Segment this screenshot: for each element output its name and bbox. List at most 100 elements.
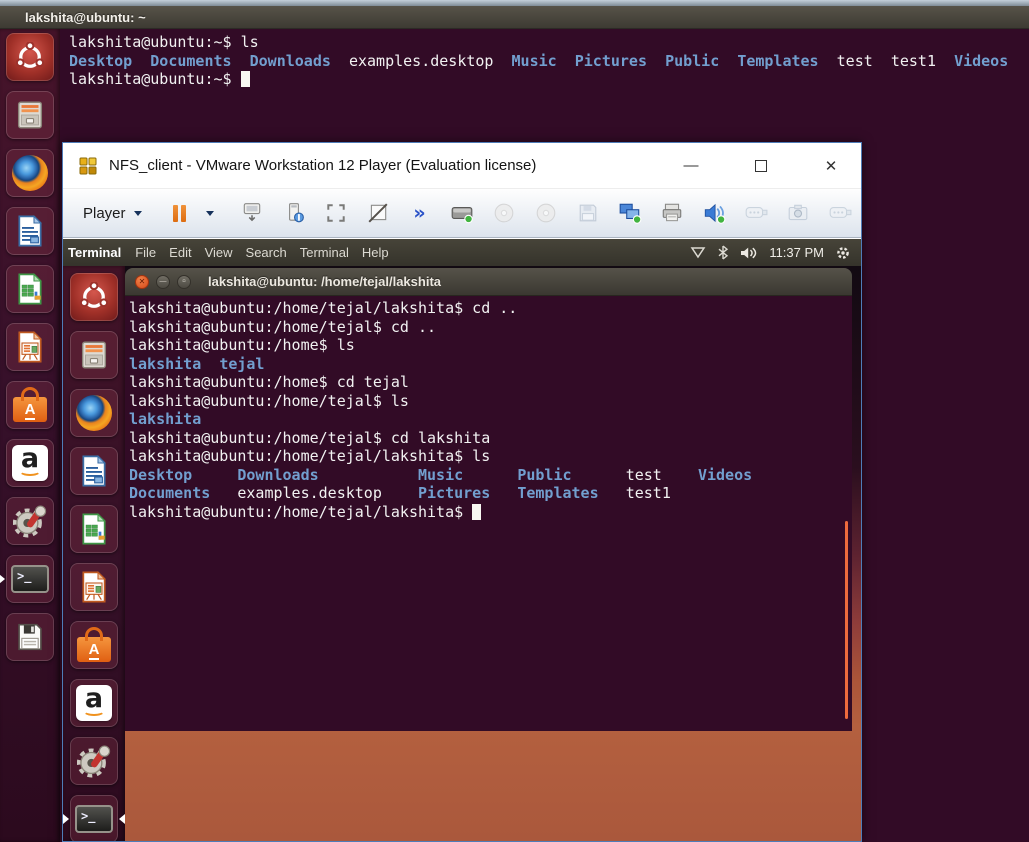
maximize-button[interactable] — [747, 160, 775, 172]
suspend-menu-caret[interactable] — [198, 199, 222, 227]
cd-device-2[interactable] — [534, 199, 558, 227]
impress-icon — [79, 571, 109, 603]
amazon-icon: a — [76, 685, 112, 721]
parallel-port-device[interactable] — [828, 199, 852, 227]
hard-disk-device[interactable] — [450, 199, 474, 227]
vm-guest-screen: Terminal FileEditViewSearchTerminalHelp … — [63, 239, 861, 841]
network-icon[interactable] — [690, 246, 706, 259]
network-adapter-device[interactable] — [618, 199, 642, 227]
desktop: lakshita@ubuntu: ~ lakshita@ubuntu:~$ ls… — [0, 0, 1029, 842]
minimize-button[interactable] — [677, 157, 705, 174]
launcher-item-libreoffice-writer[interactable] — [6, 207, 54, 255]
launcher-item-dash-home[interactable] — [70, 273, 118, 321]
vmware-titlebar[interactable]: NFS_client - VMware Workstation 12 Playe… — [63, 143, 861, 189]
session-gear-icon[interactable] — [835, 245, 851, 261]
send-ctrl-alt-del-button[interactable] — [240, 199, 264, 227]
suspend-button[interactable] — [168, 199, 192, 227]
serial-port-device[interactable] — [744, 199, 768, 227]
terminal-cursor — [241, 71, 250, 87]
terminal-line: lakshita@ubuntu:/home/tejal/lakshita$ ls — [129, 447, 852, 466]
terminal-line: Desktop Downloads Music Public test Vide… — [129, 466, 852, 485]
vmware-window-title: NFS_client - VMware Workstation 12 Playe… — [109, 157, 536, 174]
launcher-item-system-settings[interactable] — [70, 737, 118, 785]
vm-menubar: Terminal FileEditViewSearchTerminalHelp … — [63, 239, 861, 266]
vm-terminal-titlebar[interactable]: lakshita@ubuntu: /home/tejal/lakshita — [125, 268, 852, 296]
fullscreen-button[interactable] — [324, 199, 348, 227]
vm-terminal-title: lakshita@ubuntu: /home/tejal/lakshita — [208, 274, 441, 289]
vm-terminal-minimize-button[interactable] — [156, 275, 170, 289]
impress-icon — [15, 331, 45, 363]
sound-device[interactable] — [702, 199, 726, 227]
vm-app-menu-title[interactable]: Terminal — [68, 245, 121, 260]
cd-device-1[interactable] — [492, 199, 516, 227]
vm-terminal-window: lakshita@ubuntu: /home/tejal/lakshita la… — [125, 268, 852, 731]
ubuntu-logo-icon — [79, 282, 109, 312]
more-tools-button[interactable]: » — [408, 199, 432, 227]
vm-terminal-body[interactable]: lakshita@ubuntu:/home/tejal/lakshita$ cd… — [125, 296, 852, 731]
launcher-item-files[interactable] — [70, 331, 118, 379]
terminal-line: lakshita@ubuntu:/home/tejal/lakshita$ — [129, 503, 852, 522]
launcher-item-system-settings[interactable] — [6, 497, 54, 545]
terminal-icon: >_ — [11, 565, 49, 593]
vm-terminal-scrollbar[interactable] — [845, 521, 848, 719]
terminal-line: Documents examples.desktop Pictures Temp… — [129, 484, 852, 503]
vm-launcher: Aa >_ — [63, 266, 125, 841]
vmware-logo-icon — [77, 155, 99, 177]
host-terminal-titlebar[interactable]: lakshita@ubuntu: ~ — [0, 6, 1029, 29]
launcher-item-backup-disk[interactable] — [6, 613, 54, 661]
terminal-line: lakshita@ubuntu:/home$ ls — [129, 336, 852, 355]
calc-icon — [15, 273, 45, 305]
launcher-item-libreoffice-impress[interactable] — [70, 563, 118, 611]
chevron-down-icon — [134, 211, 142, 216]
launcher-item-libreoffice-impress[interactable] — [6, 323, 54, 371]
calc-icon — [79, 513, 109, 545]
printer-device[interactable] — [660, 199, 684, 227]
vm-menu-view[interactable]: View — [205, 245, 233, 260]
volume-icon[interactable] — [740, 246, 758, 260]
terminal-icon: >_ — [75, 805, 113, 833]
firefox-icon — [76, 395, 112, 431]
floppy-device[interactable] — [576, 199, 600, 227]
bluetooth-icon[interactable] — [717, 245, 729, 260]
vm-menu-terminal[interactable]: Terminal — [300, 245, 349, 260]
launcher-item-dash-home[interactable] — [6, 33, 54, 81]
snapshot-device[interactable] — [786, 199, 810, 227]
vm-menu-help[interactable]: Help — [362, 245, 389, 260]
unity-mode-button[interactable] — [366, 199, 390, 227]
terminal-line: lakshita — [129, 410, 852, 429]
launcher-item-libreoffice-calc[interactable] — [70, 505, 118, 553]
launcher-item-firefox[interactable] — [6, 149, 54, 197]
terminal-line: Desktop Documents Downloads examples.des… — [69, 52, 1029, 71]
writer-icon — [15, 215, 45, 247]
terminal-line: lakshita@ubuntu:~$ ls — [69, 33, 1029, 52]
amazon-icon: a — [12, 445, 48, 481]
player-menu-button[interactable]: Player — [77, 201, 148, 226]
launcher-item-amazon[interactable]: a — [70, 679, 118, 727]
launcher-item-firefox[interactable] — [70, 389, 118, 437]
launcher-item-libreoffice-writer[interactable] — [70, 447, 118, 495]
launcher-item-libreoffice-calc[interactable] — [6, 265, 54, 313]
vm-menu-file[interactable]: File — [135, 245, 156, 260]
launcher-item-amazon[interactable]: a — [6, 439, 54, 487]
vmware-toolbar: Player » — [63, 189, 861, 238]
launcher-item-ubuntu-software[interactable]: A — [70, 621, 118, 669]
launcher-item-terminal[interactable]: >_ — [6, 555, 54, 603]
vmware-window: NFS_client - VMware Workstation 12 Playe… — [62, 142, 862, 842]
launcher-item-terminal[interactable]: >_ — [70, 795, 118, 841]
terminal-line: lakshita@ubuntu:/home$ cd tejal — [129, 373, 852, 392]
close-button[interactable] — [817, 157, 845, 175]
focused-indicator-arrow — [119, 814, 125, 824]
vm-menu-edit[interactable]: Edit — [169, 245, 191, 260]
floppy-icon — [15, 622, 45, 652]
vm-settings-button[interactable] — [282, 199, 306, 227]
terminal-line: lakshita@ubuntu:~$ — [69, 70, 1029, 89]
launcher-item-files[interactable] — [6, 91, 54, 139]
vm-menu-search[interactable]: Search — [246, 245, 287, 260]
software-icon: A — [77, 628, 111, 662]
vm-terminal-maximize-button[interactable] — [177, 275, 191, 289]
launcher-item-ubuntu-software[interactable]: A — [6, 381, 54, 429]
vm-clock[interactable]: 11:37 PM — [769, 245, 824, 260]
settings-icon — [13, 504, 47, 538]
software-icon: A — [13, 388, 47, 422]
vm-terminal-close-button[interactable] — [135, 275, 149, 289]
